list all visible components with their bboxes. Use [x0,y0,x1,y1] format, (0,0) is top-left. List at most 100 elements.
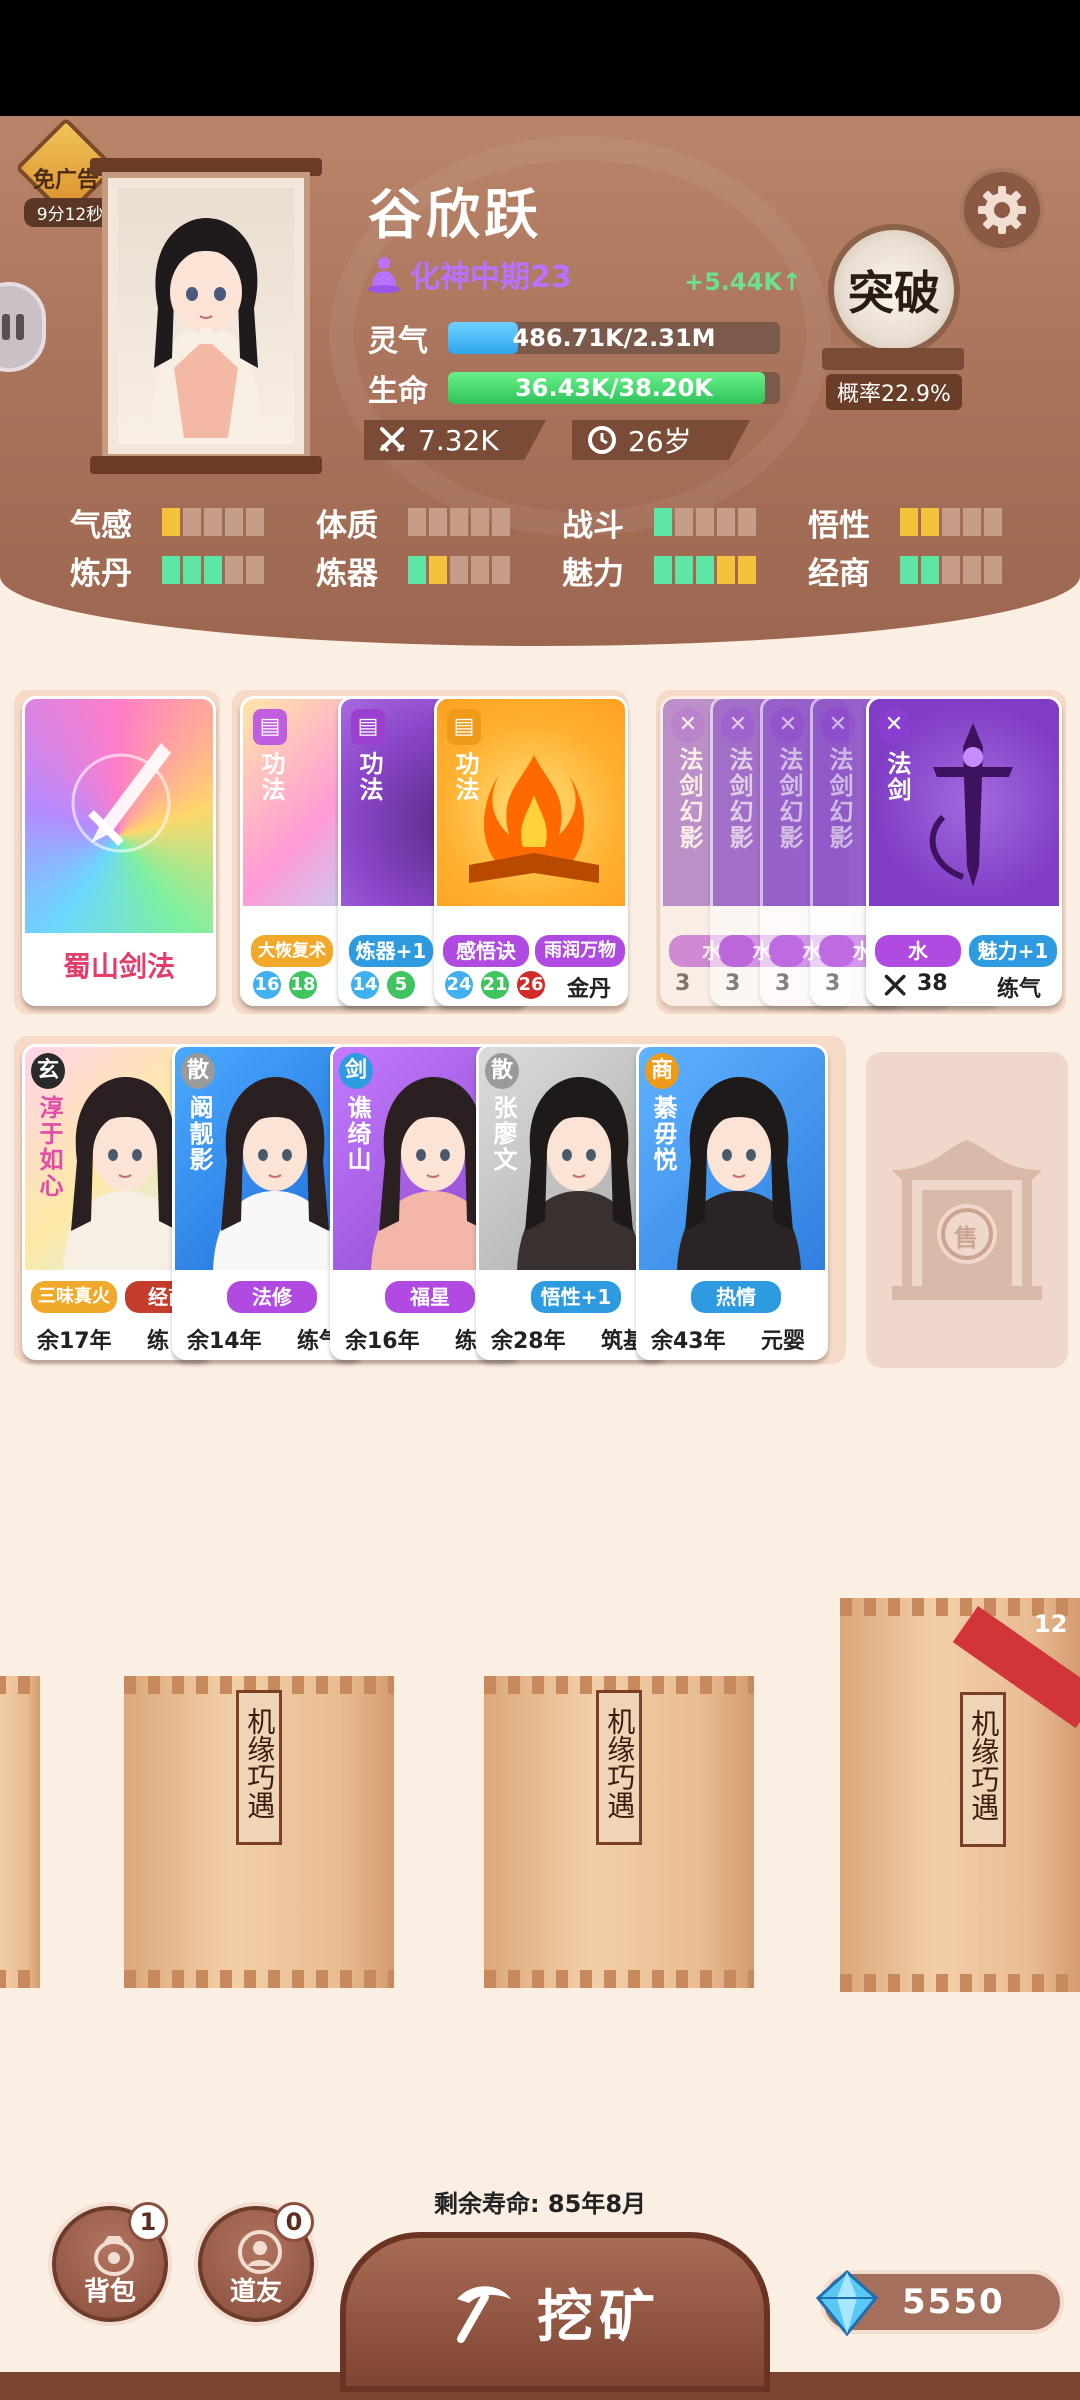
weapon-element: 水 [875,935,961,967]
attr-pip [900,556,918,584]
weapon-type-icon: ✕ [721,707,755,743]
companion-sect-badge: 散 [485,1053,519,1089]
attr-pip [738,556,756,584]
companion-portrait [677,1077,801,1271]
qi-row: 灵气 486.71K/2.31M [368,316,780,360]
attr-meili: 魅力 [562,550,808,592]
attr-pips [654,556,756,584]
weapon-power-partial: 3 [675,971,691,996]
fortune-pack[interactable]: 机缘巧遇 [124,1676,394,1988]
attr-zhandou: 战斗 [562,502,808,544]
life-label: 生命 [368,374,428,409]
attr-pips [162,508,264,536]
companion-sect-badge: 剑 [339,1053,373,1089]
attr-name: 体质 [316,507,378,544]
vendor-slot[interactable]: 售 [866,1052,1068,1368]
weapon-type-icon: ✕ [771,707,805,743]
attr-pip [675,556,693,584]
clock-icon [588,426,616,454]
combat-power-value: 7.32K [418,423,499,457]
player-age: 26岁 [572,420,750,460]
technique-type: 功法 [451,751,479,803]
attr-pip [204,508,222,536]
attr-jingshang: 经商 [808,550,1054,592]
companion-sect-badge: 商 [645,1053,679,1089]
companion-tag: 热情 [691,1281,781,1313]
mine-label: 挖矿 [537,2284,661,2350]
companion-realm: 练 [455,1329,478,1354]
companion-realm: 元婴 [761,1329,806,1354]
purple-sword-icon [929,723,1013,887]
attr-pip [654,508,672,536]
companion-years: 余14年 [187,1329,262,1354]
companion-tag: 悟性+1 [531,1281,621,1313]
scroll-icon: ▤ [351,709,385,745]
weapon-type-icon: ✕ [821,707,855,743]
sword-icon [71,743,171,853]
mine-button[interactable]: 挖矿 [340,2232,770,2392]
attr-pip [429,556,447,584]
attr-lianqi: 炼器 [316,550,562,592]
attr-name: 悟性 [808,507,870,544]
shop-pavilion-icon [892,1140,1042,1300]
weapon-type-icon: ✕ [671,707,705,743]
attr-pip [492,508,510,536]
fortune-pack-left[interactable] [0,1676,40,1988]
companion-years: 余17年 [37,1329,112,1354]
fortune-pack-text: 机缘巧遇 [243,1707,277,1819]
technique-card-front[interactable]: ▤ 功法 感悟诀 雨润万物 24 21 26 金丹 [434,696,628,1006]
fortune-pack[interactable]: 机缘巧遇 [484,1676,754,1988]
bag-button[interactable]: 背包 1 [52,2202,168,2322]
technique-num: 16 [253,971,281,999]
companion-years: 余16年 [345,1329,420,1354]
weapon-power: 38 [917,971,948,996]
breakthrough-button[interactable]: 突破 [828,224,960,356]
diamond-icon [815,2269,879,2337]
companion-name: 谯绮山 [343,1095,371,1173]
technique-realm: 金丹 [567,977,612,1002]
attr-pips [654,508,756,536]
attribute-grid: 气感 体质 战斗 悟性 炼丹 炼器 魅力 经商 [70,502,1030,592]
attr-name: 炼丹 [70,555,132,592]
attr-pip [162,508,180,536]
weapon-power-partial: 3 [775,971,791,996]
weapon-realm: 练气 [997,977,1042,1002]
scroll-icon: ▤ [253,709,287,745]
attr-pip [717,556,735,584]
weapon-stack-label: 法剑幻影 [775,747,803,851]
weapon-bonus: 魅力+1 [969,935,1057,967]
companion-card[interactable]: 商 綦毋悦 热情 余43年 元婴 [636,1044,828,1360]
technique-num: 5 [387,971,415,999]
attr-name: 炼器 [316,555,378,592]
friends-badge: 0 [274,2202,314,2242]
attr-pip [450,508,468,536]
life-bar: 36.43K/38.20K [448,372,780,404]
weapon-stack-label: 法剑幻影 [725,747,753,851]
attr-name: 魅力 [562,555,624,592]
bag-icon [94,2236,134,2276]
skill-card[interactable]: 蜀山剑法 [22,696,216,1006]
breakthrough-label: 突破 [848,266,940,320]
attr-pip [408,508,426,536]
attr-pip [984,556,1002,584]
friends-button[interactable]: 道友 0 [198,2202,314,2322]
fortune-pack-label: 机缘巧遇 [596,1690,642,1846]
technique-num: 24 [445,971,473,999]
settings-button[interactable] [960,168,1044,252]
weapon-card-front[interactable]: ✕ 法剑 水 魅力+1 38 练气 [866,696,1062,1006]
companion-portrait [517,1077,641,1271]
meditation-icon [368,257,400,293]
player-portrait[interactable] [90,158,322,474]
attr-name: 战斗 [562,507,624,544]
companion-tag: 三味真火 [31,1281,117,1313]
gear-icon [978,186,1026,234]
flaming-book-icon [469,755,599,883]
attr-pip [963,508,981,536]
crossed-swords-icon [884,974,906,996]
companion-name: 綦毋悦 [649,1095,677,1173]
breakthrough-stand [822,348,964,370]
attr-pip [471,508,489,536]
attr-qigan: 气感 [70,502,316,544]
player-age-value: 26岁 [628,425,692,458]
attr-pip [738,508,756,536]
